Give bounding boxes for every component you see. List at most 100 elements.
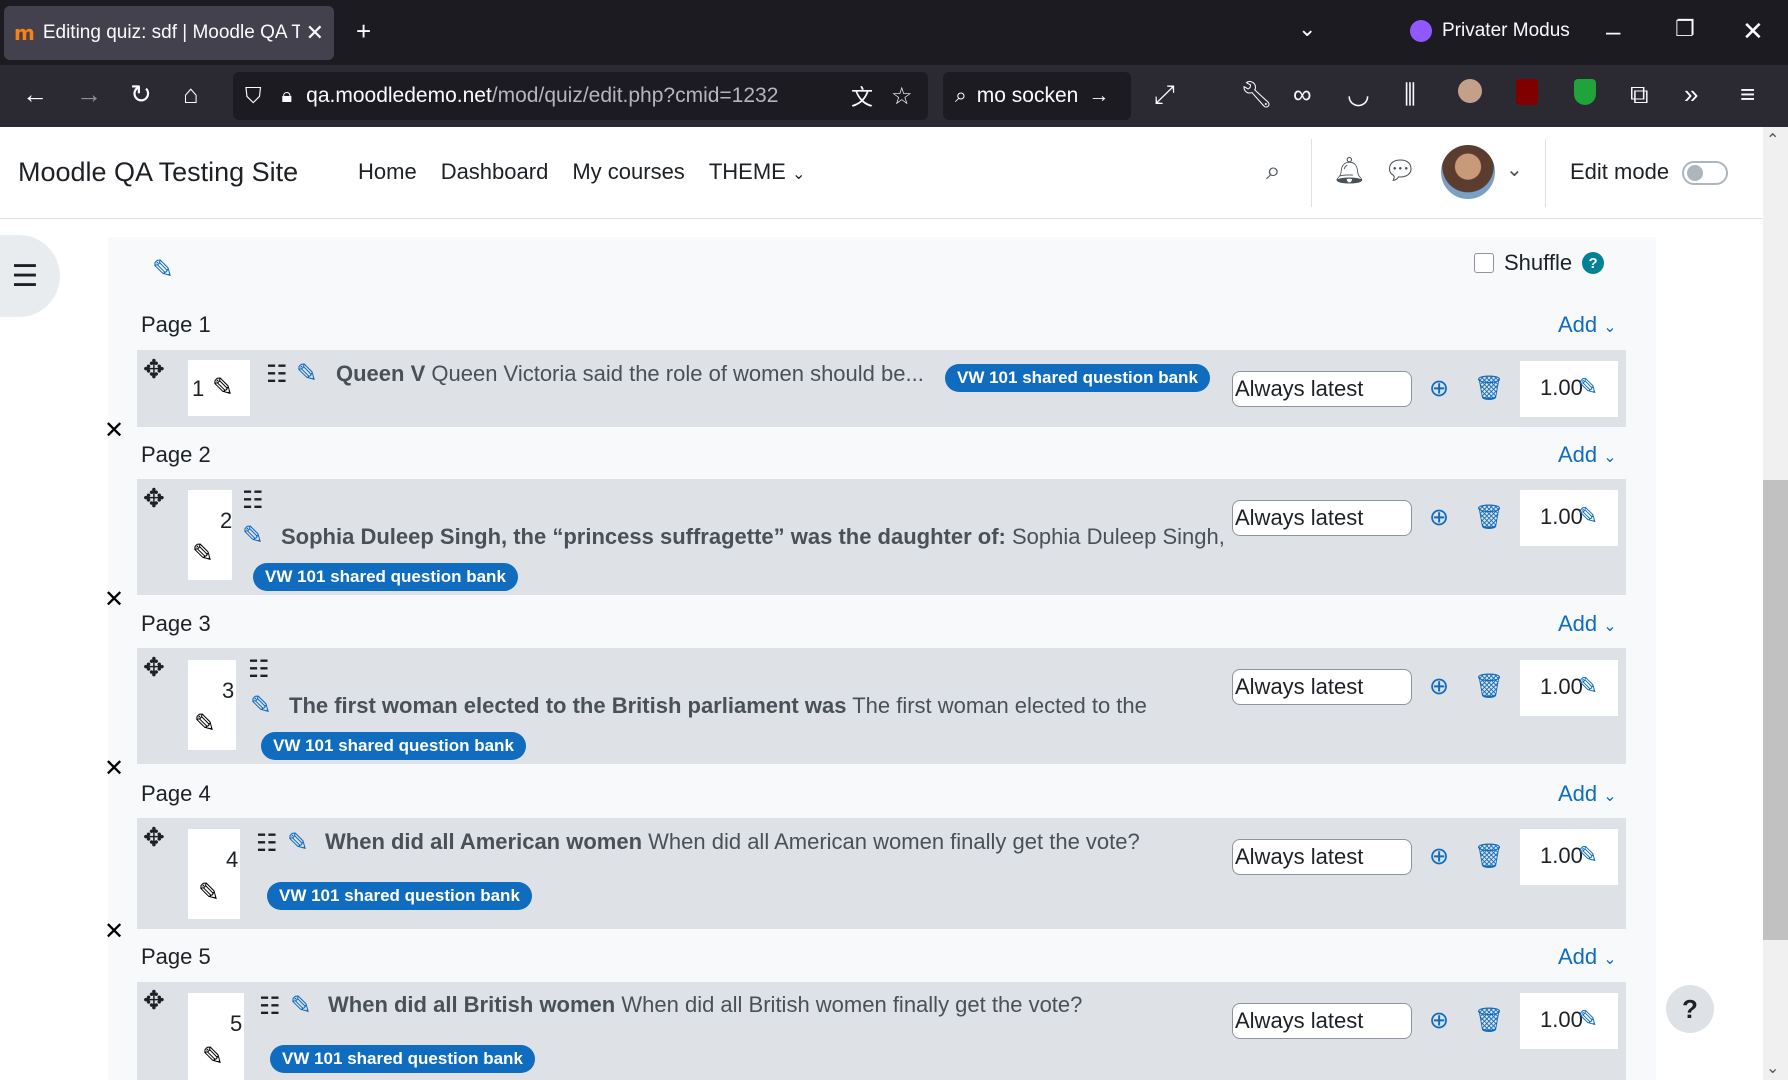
extensions-icon[interactable]: ⧉ [1630, 81, 1649, 107]
forward-icon[interactable]: → [76, 81, 102, 107]
edit-mark-pencil-icon[interactable]: ✎ [1578, 672, 1598, 701]
pocket-icon[interactable]: ◡ [1347, 81, 1370, 107]
move-icon[interactable]: ✥ [143, 822, 165, 853]
reload-icon[interactable]: ↻ [130, 81, 152, 107]
search-go-icon[interactable]: → [1088, 84, 1109, 108]
ublock-icon[interactable] [1516, 79, 1538, 105]
preview-zoom-icon[interactable]: ⊕ [1429, 842, 1449, 871]
edit-mark-pencil-icon[interactable]: ✎ [1578, 502, 1598, 531]
nav-home[interactable]: Home [358, 159, 417, 185]
tab-list-chevron-icon[interactable]: ⌄ [1298, 18, 1316, 40]
preview-zoom-icon[interactable]: ⊕ [1429, 374, 1449, 403]
version-select[interactable]: Always latest [1232, 371, 1412, 407]
move-icon[interactable]: ✥ [143, 354, 165, 385]
edit-mark-pencil-icon[interactable]: ✎ [1578, 1005, 1598, 1034]
question-text[interactable]: When did all British women When did all … [328, 992, 1082, 1018]
edit-number-pencil-icon[interactable]: ✎ [194, 708, 216, 739]
edit-question-pencil-icon[interactable]: ✎ [250, 690, 272, 721]
remove-page-break-icon[interactable]: ✕ [104, 917, 124, 946]
question-text[interactable]: When did all American women When did all… [325, 829, 1140, 855]
search-icon[interactable]: ⌕ [1266, 155, 1281, 187]
bookmark-star-icon[interactable]: ☆ [891, 82, 913, 111]
user-menu-chevron-icon[interactable]: ⌄ [1506, 157, 1523, 182]
adguard-icon[interactable] [1574, 79, 1596, 105]
edit-question-pencil-icon[interactable]: ✎ [242, 520, 264, 551]
delete-trash-icon[interactable]: 🗑︎ [1474, 503, 1504, 532]
move-icon[interactable]: ✥ [143, 652, 165, 683]
scroll-up-icon[interactable]: ⌃ [1766, 130, 1779, 150]
nav-theme[interactable]: THEME ⌄ [709, 159, 806, 185]
help-button[interactable]: ? [1666, 985, 1714, 1033]
question-bank-badge: VW 101 shared question bank [267, 882, 532, 910]
menu-icon[interactable]: ≡ [1740, 81, 1755, 107]
remove-page-break-icon[interactable]: ✕ [104, 754, 124, 783]
edit-number-pencil-icon[interactable]: ✎ [192, 538, 214, 569]
browser-tab[interactable]: m Editing quiz: sdf | Moodle QA Te ✕ [4, 6, 334, 60]
search-bar[interactable]: ⌕ mo socken → [943, 72, 1131, 120]
private-browsing-icon[interactable]: ∞ [1293, 81, 1312, 107]
page-label: Page 4 [141, 781, 211, 806]
version-select[interactable]: Always latest [1232, 839, 1412, 875]
window-close-icon[interactable]: ✕ [1742, 18, 1764, 44]
version-select[interactable]: Always latest [1232, 500, 1412, 536]
edit-mark-pencil-icon[interactable]: ✎ [1578, 841, 1598, 870]
shuffle-checkbox[interactable] [1474, 253, 1494, 273]
move-icon[interactable]: ✥ [143, 985, 165, 1016]
course-index-toggle[interactable]: ☰ [0, 235, 60, 317]
nav-my-courses[interactable]: My courses [572, 159, 684, 185]
edit-number-pencil-icon[interactable]: ✎ [202, 1041, 224, 1072]
delete-trash-icon[interactable]: 🗑︎ [1474, 672, 1504, 701]
lock-icon[interactable]: 🔒︎ [282, 85, 293, 108]
tab-close-icon[interactable]: ✕ [306, 20, 324, 46]
edit-number-pencil-icon[interactable]: ✎ [198, 877, 220, 908]
edit-number-pencil-icon[interactable]: ✎ [212, 372, 234, 403]
add-menu[interactable]: Add ⌄ [1558, 442, 1617, 468]
edit-mode-toggle[interactable] [1682, 161, 1728, 185]
url-bar[interactable]: ⛉ 🔒︎ qa.moodledemo.net/mod/quiz/edit.php… [233, 72, 928, 120]
scrollbar-thumb[interactable] [1763, 480, 1788, 940]
new-tab-button[interactable]: + [356, 18, 371, 44]
preview-zoom-icon[interactable]: ⊕ [1429, 1006, 1449, 1035]
preview-zoom-icon[interactable]: ⊕ [1429, 503, 1449, 532]
edit-question-pencil-icon[interactable]: ✎ [290, 990, 312, 1021]
edit-question-pencil-icon[interactable]: ✎ [296, 358, 318, 389]
nav-dashboard[interactable]: Dashboard [441, 159, 549, 185]
remove-page-break-icon[interactable]: ✕ [104, 585, 124, 614]
avatar[interactable] [1441, 145, 1495, 199]
preview-zoom-icon[interactable]: ⊕ [1429, 672, 1449, 701]
message-icon[interactable]: 💬︎ [1384, 155, 1417, 186]
edit-section-pencil-icon[interactable]: ✎ [152, 254, 174, 285]
delete-trash-icon[interactable]: 🗑︎ [1474, 374, 1504, 403]
add-menu[interactable]: Add ⌄ [1558, 312, 1617, 338]
wrench-icon[interactable]: 🔧︎ [1240, 81, 1273, 107]
fullscreen-icon[interactable]: ⤢ [1154, 81, 1175, 107]
shield-icon[interactable]: ⛉ [245, 83, 262, 109]
back-icon[interactable]: ← [22, 81, 48, 107]
overflow-icon[interactable]: » [1684, 81, 1698, 107]
help-icon[interactable]: ? [1582, 252, 1605, 274]
profile-extension-icon[interactable] [1458, 79, 1482, 103]
shuffle-label: Shuffle [1504, 250, 1573, 275]
translate-icon[interactable]: 文 [851, 80, 873, 112]
add-menu[interactable]: Add ⌄ [1558, 944, 1617, 970]
library-icon[interactable]: ⫼ [1404, 81, 1416, 107]
bell-icon[interactable]: 🔔︎ [1333, 155, 1366, 186]
version-select[interactable]: Always latest [1232, 669, 1412, 705]
delete-trash-icon[interactable]: 🗑︎ [1474, 842, 1504, 871]
minimize-icon[interactable]: – [1606, 18, 1620, 44]
add-menu[interactable]: Add ⌄ [1558, 781, 1617, 807]
question-text[interactable]: The first woman elected to the British p… [289, 693, 1147, 719]
edit-question-pencil-icon[interactable]: ✎ [287, 827, 309, 858]
question-text[interactable]: Sophia Duleep Singh, the “princess suffr… [281, 524, 1225, 550]
restore-icon[interactable]: ❐ [1675, 18, 1695, 40]
delete-trash-icon[interactable]: 🗑︎ [1474, 1006, 1504, 1035]
scroll-down-icon[interactable]: ⌄ [1766, 1058, 1779, 1078]
site-name[interactable]: Moodle QA Testing Site [18, 157, 298, 188]
home-icon[interactable]: ⌂ [183, 81, 199, 107]
question-text[interactable]: Queen V Queen Victoria said the role of … [336, 361, 924, 387]
remove-page-break-icon[interactable]: ✕ [104, 416, 124, 445]
add-menu[interactable]: Add ⌄ [1558, 611, 1617, 637]
move-icon[interactable]: ✥ [143, 483, 165, 514]
version-select[interactable]: Always latest [1232, 1003, 1412, 1039]
edit-mark-pencil-icon[interactable]: ✎ [1578, 373, 1598, 402]
